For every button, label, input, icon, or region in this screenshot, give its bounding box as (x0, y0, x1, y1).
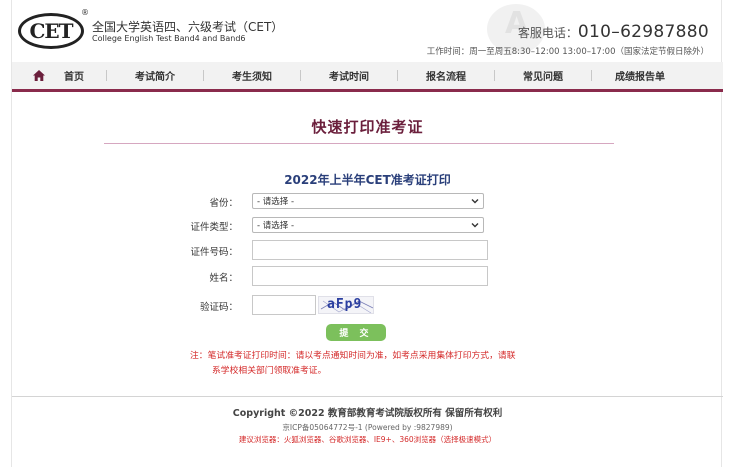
nav-item-home[interactable]: 首页 (56, 68, 92, 83)
captcha-text: aFp9 (327, 297, 363, 312)
working-hours: 工作时间：周一至周五8:30–12:00 13:00–17:00（国家法定节假日… (426, 47, 709, 57)
logo-text: CET (29, 19, 73, 43)
province-selected-value: - 请选择 - (257, 197, 295, 207)
captcha-input[interactable] (252, 295, 316, 315)
nav-item-score-report[interactable]: 成绩报告单 (592, 68, 688, 83)
captcha-image[interactable]: aFp9 (318, 296, 374, 314)
id-number-label: 证件号码： (190, 247, 238, 258)
main-nav: 首页 考试简介 考生须知 考试时间 报名流程 常见问题 成绩报告单 (12, 62, 723, 92)
print-time-note-cont: 系学校相关部门领取准考证。 (212, 366, 327, 376)
nav-item-schedule[interactable]: 考试时间 (301, 68, 397, 83)
province-select[interactable]: - 请选择 - (252, 193, 484, 209)
browser-recommendation: 建议浏览器：火狐浏览器、谷歌浏览器、IE9+、360浏览器（选择极速模式） (238, 435, 497, 444)
copyright-text: Copyright ©2022 教育部教育考试院版权所有 保留所有权利 (232, 408, 503, 419)
chevron-down-icon (471, 223, 479, 228)
id-number-input[interactable] (252, 240, 488, 260)
site-title-en: College English Test Band4 and Band6 (92, 34, 246, 43)
icp-record[interactable]: 京ICP备05064772号-1 (Powered by :9827989) (12, 422, 723, 433)
name-label: 姓名： (209, 273, 238, 284)
page-title: 快速打印准考证 (311, 118, 424, 136)
form-title: 2022年上半年CET准考证打印 (284, 173, 451, 187)
home-icon (33, 70, 45, 81)
site-header: CET ® 全国大学英语四、六级考试（CET） College English … (12, 0, 723, 62)
hotline-label: 客服电话： (517, 26, 578, 40)
captcha-label: 验证码： (199, 302, 238, 313)
footer-divider (12, 396, 723, 397)
id-type-selected-value: - 请选择 - (257, 221, 295, 231)
cet-logo[interactable]: CET ® (18, 8, 89, 49)
page-frame: CET ® 全国大学英语四、六级考试（CET） College English … (11, 0, 723, 467)
nav-home-button[interactable] (22, 70, 56, 81)
title-divider (104, 143, 614, 144)
chevron-down-icon (471, 199, 479, 204)
print-time-note: 注：笔试准考证打印时间：请以考点通知时间为准，如考点采用集体打印方式，请联 (190, 351, 516, 361)
nav-item-faq[interactable]: 常见问题 (495, 68, 591, 83)
nav-item-registration[interactable]: 报名流程 (398, 68, 494, 83)
name-input[interactable] (252, 266, 488, 286)
site-title-cn: 全国大学英语四、六级考试（CET） (92, 20, 284, 34)
nav-item-about[interactable]: 考试简介 (107, 68, 203, 83)
province-label: 省份： (209, 198, 238, 209)
id-type-select[interactable]: - 请选择 - (252, 217, 484, 233)
nav-item-notice[interactable]: 考生须知 (204, 68, 300, 83)
id-type-label: 证件类型： (190, 222, 238, 233)
registered-mark: ® (81, 8, 89, 17)
service-hotline: 客服电话：010–62987880 (518, 22, 709, 42)
submit-button[interactable]: 提 交 (326, 324, 386, 341)
hotline-number: 010–62987880 (577, 22, 709, 42)
